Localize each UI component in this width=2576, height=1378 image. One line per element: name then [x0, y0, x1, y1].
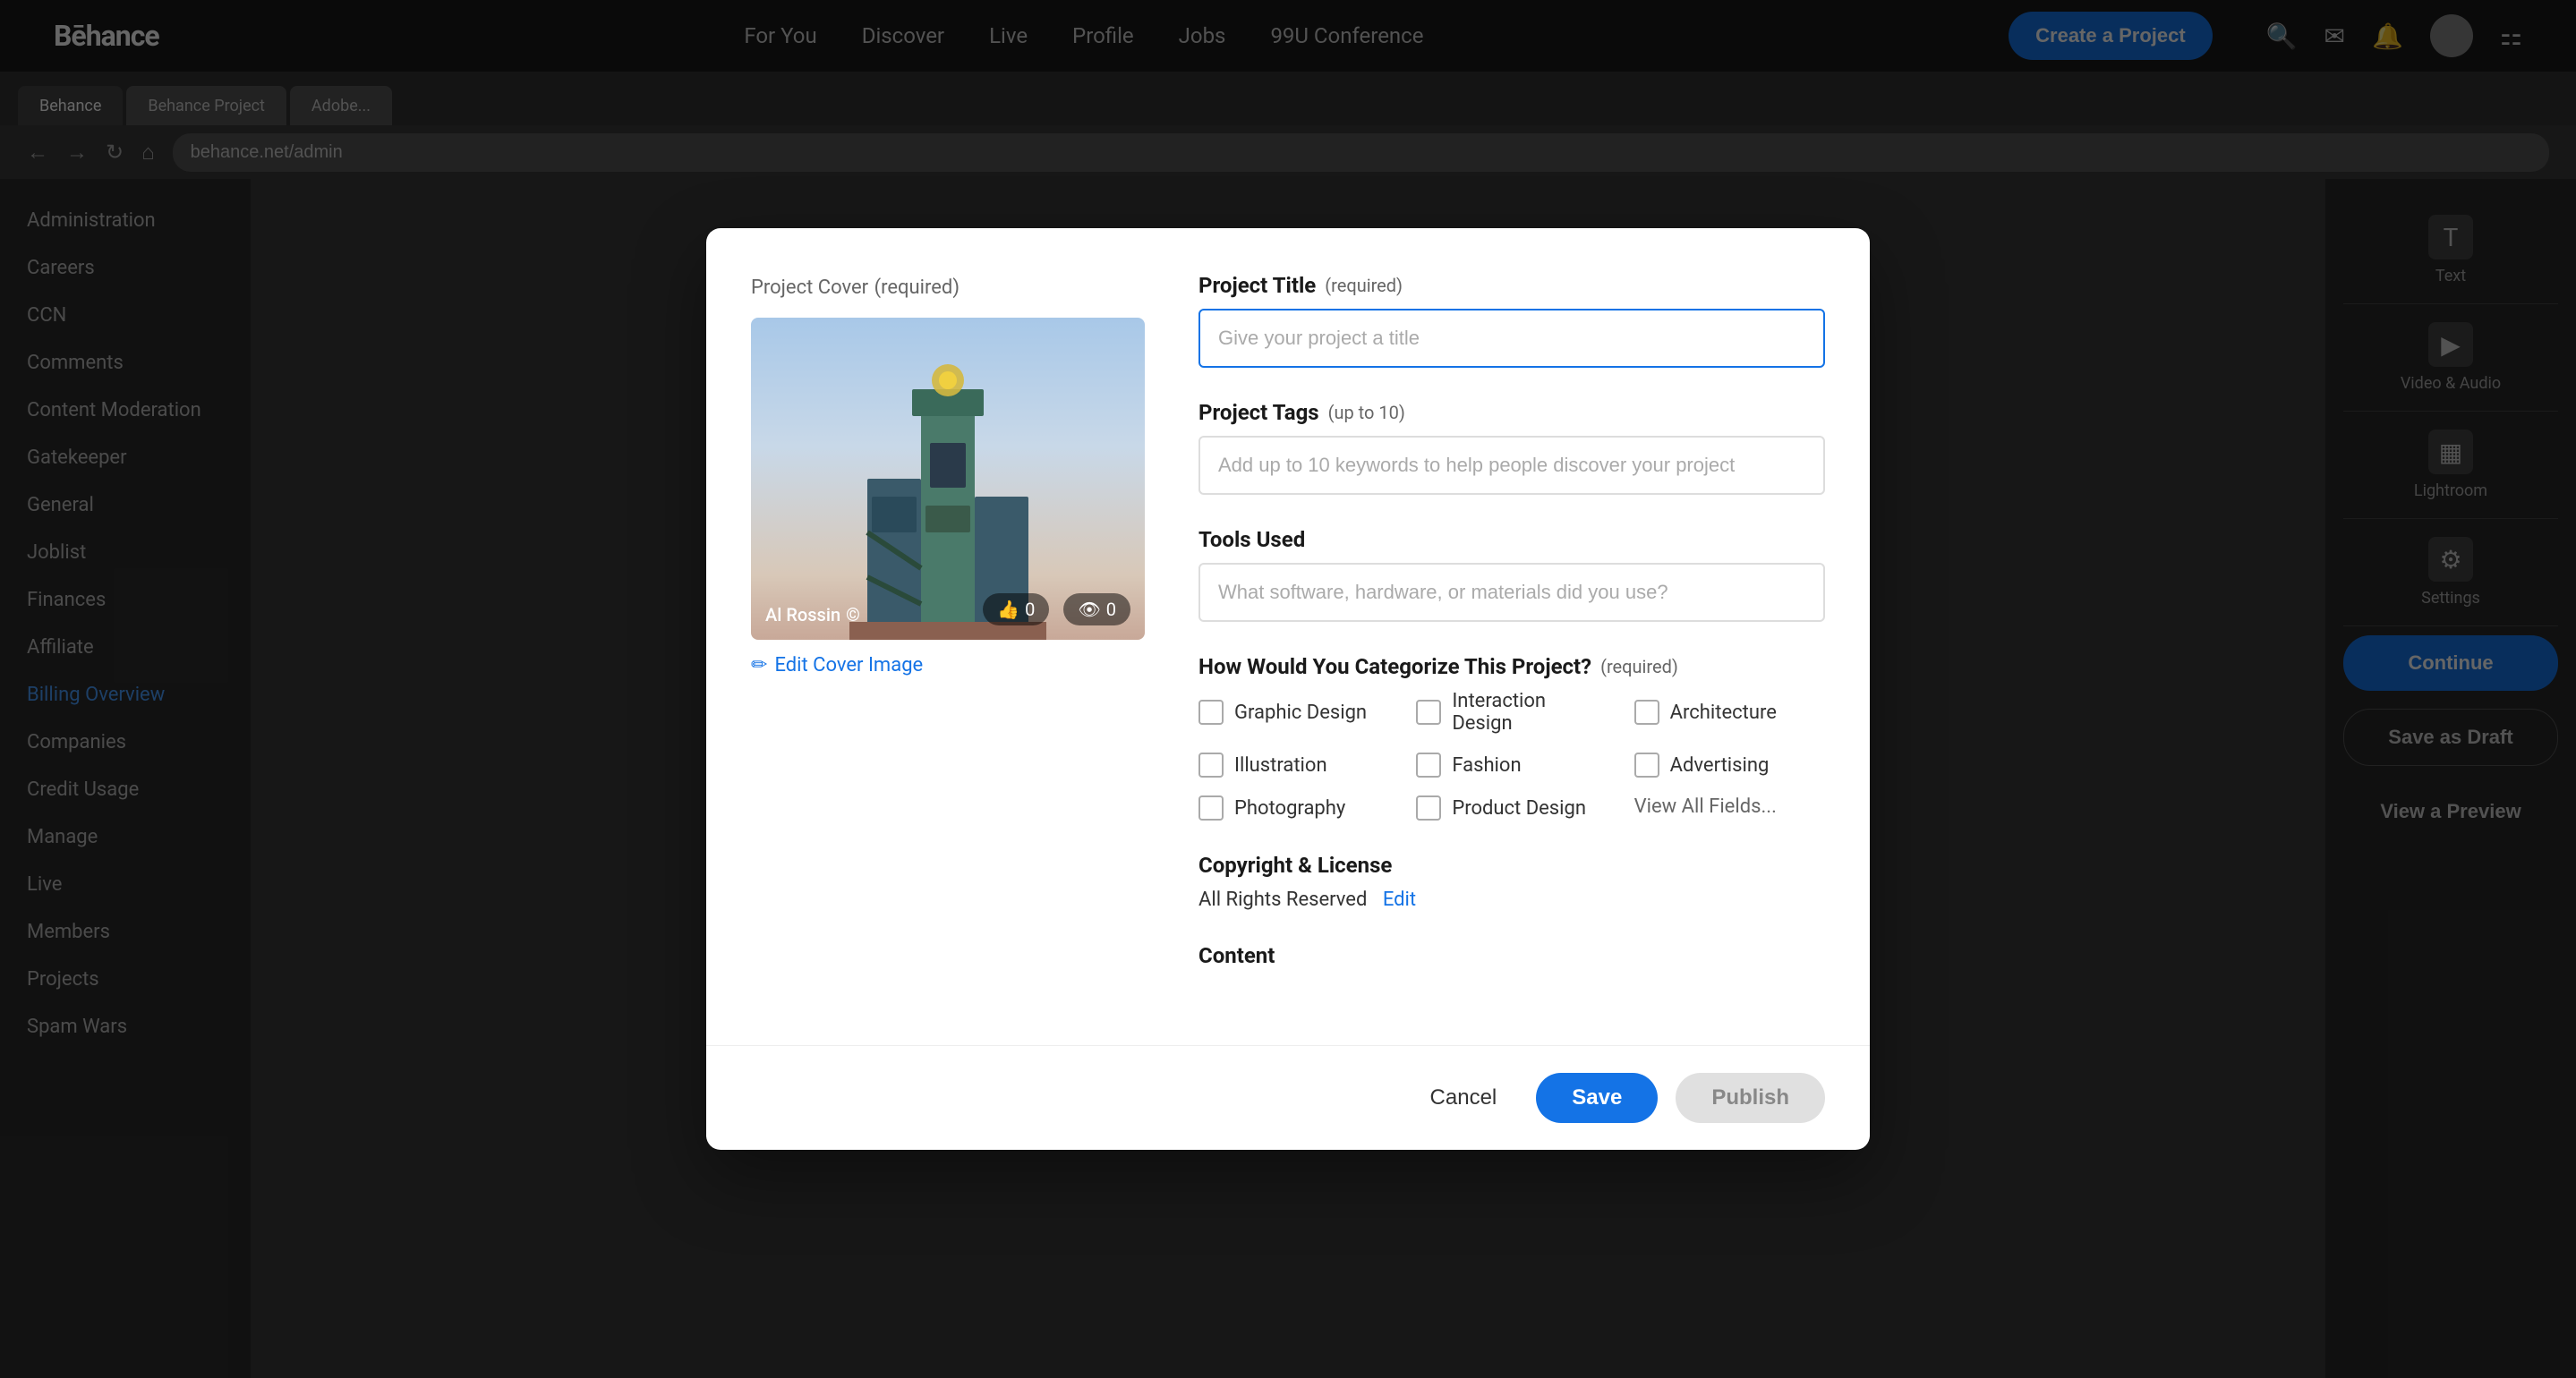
likes-icon: 👍: [997, 599, 1019, 620]
copyright-label: Copyright & License: [1198, 853, 1825, 878]
category-label: How Would You Categorize This Project? (…: [1198, 654, 1825, 679]
tools-label: Tools Used: [1198, 527, 1825, 552]
cover-required: (required): [874, 276, 960, 299]
tools-input[interactable]: [1198, 563, 1825, 622]
edit-cover-link[interactable]: ✏ Edit Cover Image: [751, 654, 1145, 676]
save-button[interactable]: Save: [1536, 1073, 1658, 1123]
tags-section: Project Tags (up to 10): [1198, 400, 1825, 495]
content-label: Content: [1198, 943, 1825, 968]
title-input[interactable]: [1198, 309, 1825, 368]
title-required: (required): [1325, 275, 1403, 296]
copyright-edit-link[interactable]: Edit: [1383, 889, 1416, 911]
likes-badge: 👍 0: [983, 593, 1049, 625]
category-section: How Would You Categorize This Project? (…: [1198, 654, 1825, 821]
category-grid: Graphic Design Interaction Design Archit…: [1198, 690, 1825, 821]
checkbox-graphic-design[interactable]: Graphic Design: [1198, 690, 1389, 735]
copyright-value: All Rights Reserved Edit: [1198, 889, 1825, 911]
likes-count: 0: [1025, 599, 1035, 620]
checkbox-architecture-box[interactable]: [1634, 700, 1659, 725]
project-settings-modal: Project Cover (required): [706, 228, 1870, 1150]
checkbox-fashion[interactable]: Fashion: [1416, 753, 1607, 778]
views-count: 0: [1106, 599, 1116, 620]
checkbox-interaction-design-box[interactable]: [1416, 700, 1441, 725]
cover-image-container: Al Rossin © 👍 0 👁 0: [751, 318, 1145, 640]
checkbox-architecture[interactable]: Architecture: [1634, 690, 1825, 735]
modal-body: Project Cover (required): [706, 228, 1870, 1045]
tags-input[interactable]: [1198, 436, 1825, 495]
checkbox-illustration[interactable]: Illustration: [1198, 753, 1389, 778]
checkbox-product-design-box[interactable]: [1416, 795, 1441, 821]
copyright-section: Copyright & License All Rights Reserved …: [1198, 853, 1825, 911]
view-all-fields-link[interactable]: View All Fields...: [1634, 795, 1825, 821]
publish-button[interactable]: Publish: [1676, 1073, 1825, 1123]
cover-section-label: Project Cover (required): [751, 273, 1145, 300]
tags-sub: (up to 10): [1328, 402, 1405, 423]
cover-column: Project Cover (required): [751, 273, 1145, 1000]
tools-section: Tools Used: [1198, 527, 1825, 622]
views-badge: 👁 0: [1063, 593, 1130, 625]
checkbox-interaction-design[interactable]: Interaction Design: [1416, 690, 1607, 735]
checkbox-advertising-box[interactable]: [1634, 753, 1659, 778]
views-icon: 👁: [1078, 599, 1100, 620]
title-section: Project Title (required): [1198, 273, 1825, 368]
pencil-icon: ✏: [751, 654, 767, 676]
copyright-circle-icon: ©: [846, 604, 860, 625]
checkbox-graphic-design-box[interactable]: [1198, 700, 1224, 725]
form-column: Project Title (required) Project Tags (u…: [1198, 273, 1825, 1000]
cover-stats: 👍 0 👁 0: [983, 593, 1130, 625]
category-required: (required): [1600, 656, 1678, 677]
checkbox-photography[interactable]: Photography: [1198, 795, 1389, 821]
checkbox-illustration-box[interactable]: [1198, 753, 1224, 778]
tags-label: Project Tags (up to 10): [1198, 400, 1825, 425]
modal-footer: Cancel Save Publish: [706, 1045, 1870, 1150]
modal-overlay[interactable]: Project Cover (required): [0, 0, 2576, 1378]
title-label: Project Title (required): [1198, 273, 1825, 298]
checkbox-photography-box[interactable]: [1198, 795, 1224, 821]
checkbox-product-design[interactable]: Product Design: [1416, 795, 1607, 821]
cancel-button[interactable]: Cancel: [1409, 1073, 1519, 1123]
checkbox-fashion-box[interactable]: [1416, 753, 1441, 778]
content-section: Content: [1198, 943, 1825, 968]
checkbox-advertising[interactable]: Advertising: [1634, 753, 1825, 778]
cover-author: Al Rossin ©: [765, 604, 860, 625]
